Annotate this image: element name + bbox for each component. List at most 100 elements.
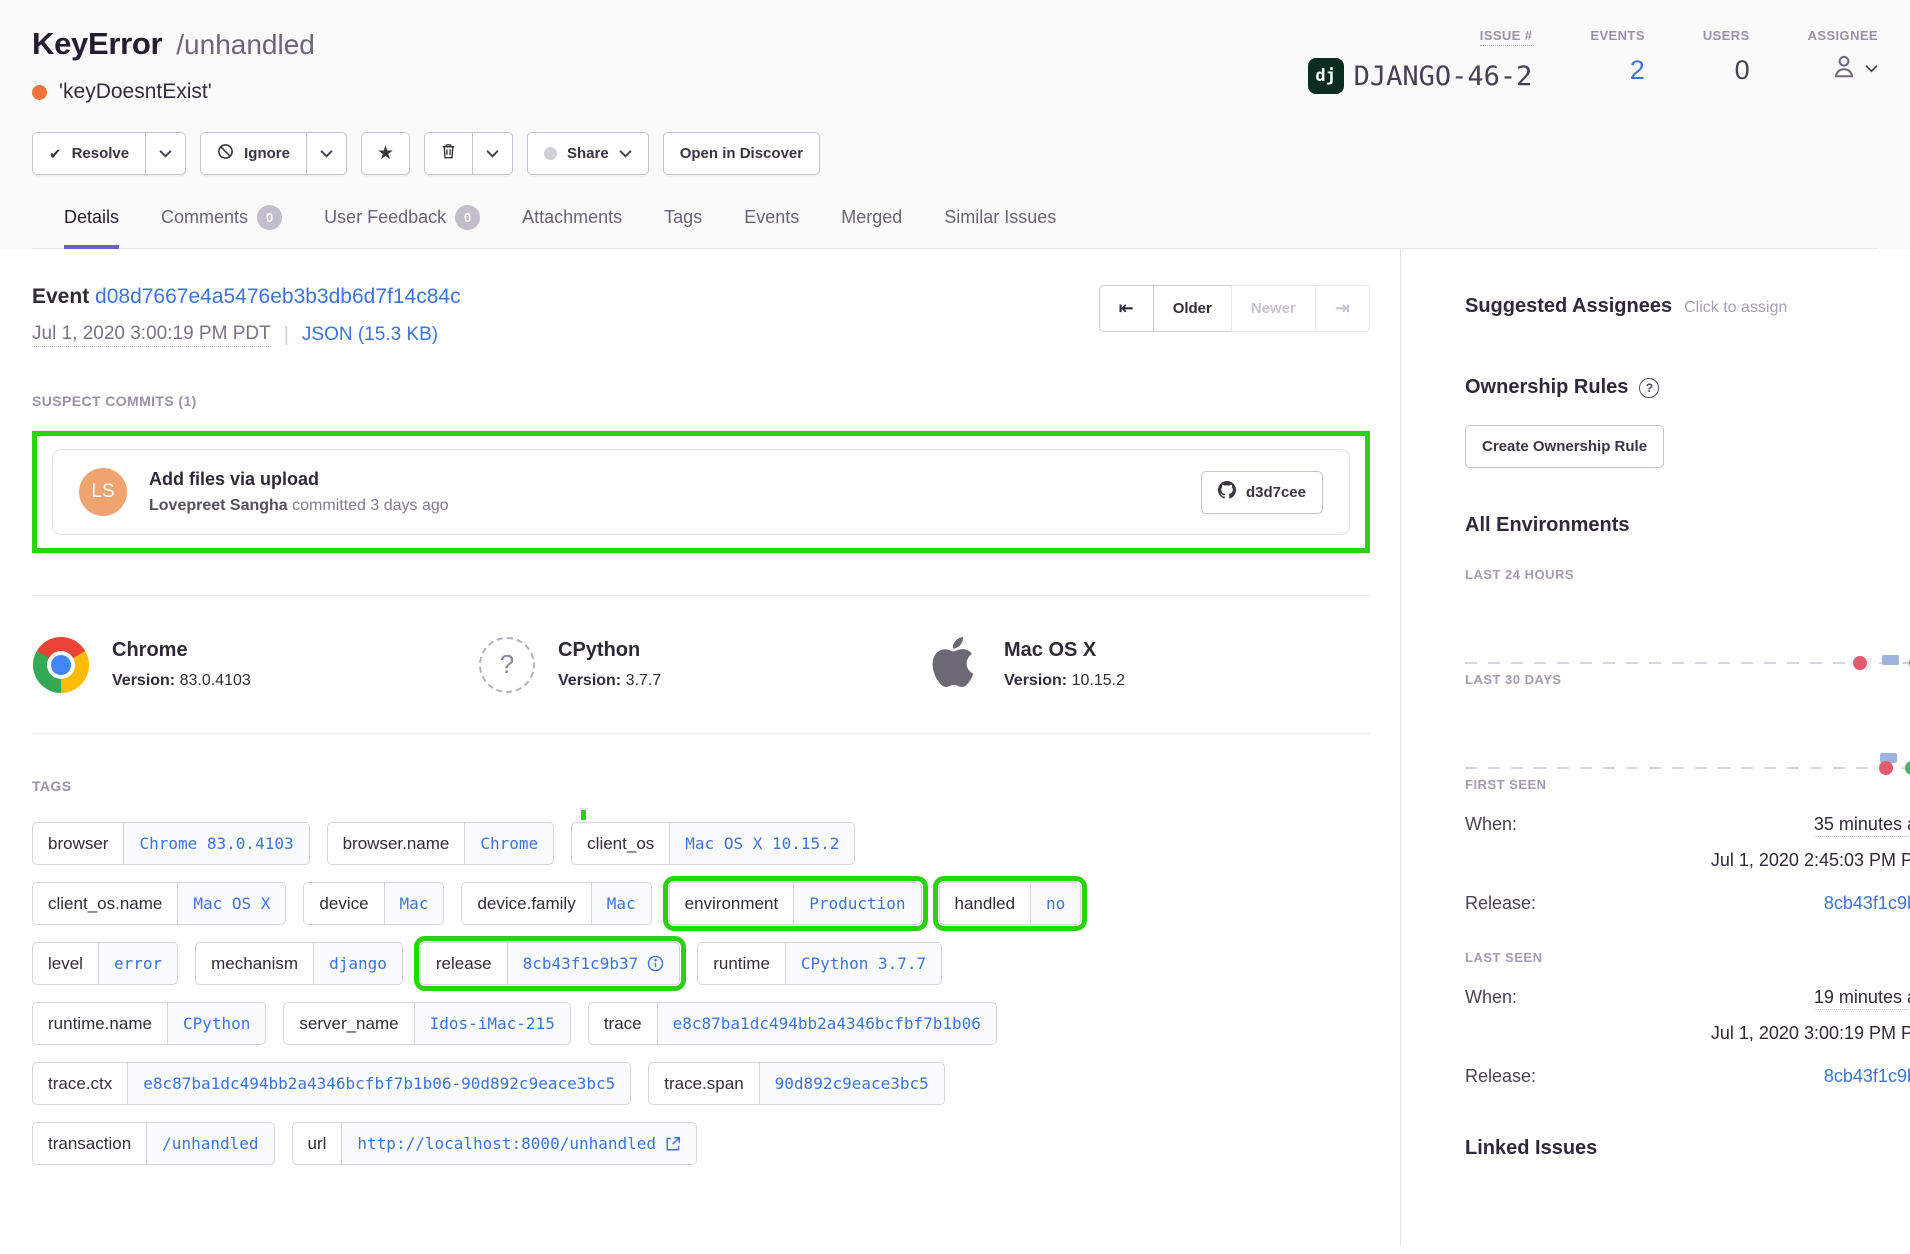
tag-value: no	[1031, 883, 1080, 924]
sentry-issue-page: KeyError /unhandled 'keyDoesntExist' ISS…	[0, 0, 1910, 1246]
commit-sha-button[interactable]: d3d7cee	[1201, 471, 1323, 514]
share-button[interactable]: Share	[527, 132, 649, 175]
tab-attachments[interactable]: Attachments	[522, 205, 622, 249]
version-label: Version:	[1004, 672, 1072, 689]
tag-value: 8cb43f1c9b37	[508, 943, 680, 984]
resolve-button[interactable]: ✔ Resolve	[32, 132, 146, 175]
tab-user-feedback[interactable]: User Feedback0	[324, 205, 480, 249]
context-version: Version: 83.0.4103	[112, 672, 251, 690]
newest-event-button[interactable]: ⇥	[1315, 285, 1370, 332]
delete-button[interactable]	[424, 132, 473, 175]
action-bar: ✔ Resolve Ignore	[32, 132, 1878, 175]
tag-client-os[interactable]: client_os Mac OS X 10.15.2	[571, 822, 855, 865]
tab-merged[interactable]: Merged	[841, 205, 902, 249]
chevron-down-icon	[320, 149, 333, 158]
events-count[interactable]: 2	[1630, 55, 1645, 86]
users-count[interactable]: 0	[1735, 55, 1750, 86]
tag-value-text: http://localhost:8000/unhandled	[357, 1134, 656, 1153]
stat-assignee: ASSIGNEE	[1808, 28, 1878, 94]
chrome-icon	[33, 637, 89, 693]
tab-comments[interactable]: Comments0	[161, 205, 282, 249]
trash-icon	[440, 142, 457, 166]
events-label: EVENTS	[1590, 28, 1644, 43]
ignore-button[interactable]: Ignore	[200, 132, 307, 175]
tag-key: trace.span	[649, 1063, 759, 1104]
newer-event-button[interactable]: Newer	[1231, 285, 1316, 332]
delete-button-group	[424, 132, 513, 175]
tag-key: runtime	[698, 943, 786, 984]
resolve-dropdown-button[interactable]	[145, 132, 186, 175]
tab-label: Merged	[841, 207, 902, 228]
tag-device-family[interactable]: device.familyMac	[461, 882, 651, 925]
version-value: 83.0.4103	[180, 672, 251, 689]
tag-runtime[interactable]: runtimeCPython 3.7.7	[697, 942, 942, 985]
tab-tags[interactable]: Tags	[664, 205, 702, 249]
author-avatar: LS	[79, 468, 127, 516]
oldest-event-button[interactable]: ⇤	[1099, 285, 1154, 332]
help-icon[interactable]: ?	[1639, 378, 1659, 398]
first-seen-when-label: When:	[1465, 814, 1517, 835]
tab-events[interactable]: Events	[744, 205, 799, 249]
context-name: CPython	[558, 639, 661, 662]
open-in-discover-button[interactable]: Open in Discover	[663, 132, 820, 175]
tab-label: User Feedback	[324, 207, 446, 228]
create-ownership-rule-button[interactable]: Create Ownership Rule	[1465, 425, 1664, 468]
tab-details[interactable]: Details	[64, 205, 119, 249]
tag-key: runtime.name	[33, 1003, 168, 1044]
version-label: Version:	[112, 672, 180, 689]
tag-release[interactable]: release8cb43f1c9b37	[420, 942, 680, 985]
tab-label: Tags	[664, 207, 702, 228]
event-id-link[interactable]: d08d7667e4a5476eb3b3db6d7f14c84c	[95, 285, 461, 308]
tag-handled[interactable]: handledno	[939, 882, 1082, 925]
tag-mechanism[interactable]: mechanismdjango	[195, 942, 403, 985]
tag-value: e8c87ba1dc494bb2a4346bcfbf7b1b06	[658, 1003, 996, 1044]
tag-device[interactable]: deviceMac	[303, 882, 444, 925]
tag-url[interactable]: urlhttp://localhost:8000/unhandled	[292, 1122, 698, 1165]
last-seen-dot-marker	[1905, 761, 1910, 775]
ignore-dropdown-button[interactable]	[306, 132, 347, 175]
last-seen-release-link[interactable]: 8cb43f1c9b37	[1824, 1066, 1910, 1087]
context-version: Version: 3.7.7	[558, 672, 661, 690]
tag-client-os-name[interactable]: client_os.nameMac OS X	[32, 882, 286, 925]
tag-value-text: Mac OS X 10.15.2	[685, 834, 839, 853]
issue-culprit: /unhandled	[176, 29, 315, 61]
first-seen-release-link[interactable]: 8cb43f1c9b37	[1824, 893, 1910, 914]
resolve-button-group: ✔ Resolve	[32, 132, 186, 175]
tab-similar-issues[interactable]: Similar Issues	[944, 205, 1056, 249]
ignore-label: Ignore	[244, 145, 290, 162]
suggested-assignees-heading: Suggested Assignees	[1465, 295, 1672, 318]
tag-value-text: Mac	[400, 894, 429, 913]
tab-label: Events	[744, 207, 799, 228]
tag-value: Idos-iMac-215	[415, 1003, 570, 1044]
tag-value: Mac	[385, 883, 444, 924]
tag-environment[interactable]: environmentProduction	[669, 882, 922, 925]
tag-trace-span[interactable]: trace.span90d892c9eace3bc5	[648, 1062, 945, 1105]
bookmark-star-button[interactable]: ★	[361, 132, 410, 175]
person-icon	[1829, 51, 1859, 86]
info-icon[interactable]	[647, 955, 664, 972]
context-name: Chrome	[112, 639, 251, 662]
external-link-icon[interactable]	[665, 1136, 681, 1152]
tag-key: client_os	[572, 823, 670, 864]
tab-label: Similar Issues	[944, 207, 1056, 228]
tag-level[interactable]: levelerror	[32, 942, 178, 985]
tag-key: device.family	[462, 883, 591, 924]
tag-trace-ctx[interactable]: trace.ctxe8c87ba1dc494bb2a4346bcfbf7b1b0…	[32, 1062, 631, 1105]
assignee-dropdown[interactable]	[1829, 51, 1878, 86]
tag-transaction[interactable]: transaction/unhandled	[32, 1122, 275, 1165]
tag-browser[interactable]: browserChrome 83.0.4103	[32, 822, 310, 865]
event-json-link[interactable]: JSON (15.3 KB)	[302, 324, 438, 346]
older-event-button[interactable]: Older	[1153, 285, 1232, 332]
delete-dropdown-button[interactable]	[472, 132, 513, 175]
tag-value-text: e8c87ba1dc494bb2a4346bcfbf7b1b06-90d892c…	[143, 1074, 615, 1093]
tag-server-name[interactable]: server_nameIdos-iMac-215	[283, 1002, 570, 1045]
tag-value-text: /unhandled	[162, 1134, 258, 1153]
tag-browser-name[interactable]: browser.nameChrome	[327, 822, 555, 865]
apple-icon	[928, 634, 978, 695]
tag-value-text: no	[1046, 894, 1065, 913]
context-cpython: ?CPythonVersion: 3.7.7	[478, 634, 924, 695]
tag-trace[interactable]: tracee8c87ba1dc494bb2a4346bcfbf7b1b06	[588, 1002, 997, 1045]
tag-runtime-name[interactable]: runtime.nameCPython	[32, 1002, 266, 1045]
tag-value-text: 8cb43f1c9b37	[523, 954, 639, 973]
tag-list: browserChrome 83.0.4103 browser.nameChrom…	[32, 822, 1370, 1165]
